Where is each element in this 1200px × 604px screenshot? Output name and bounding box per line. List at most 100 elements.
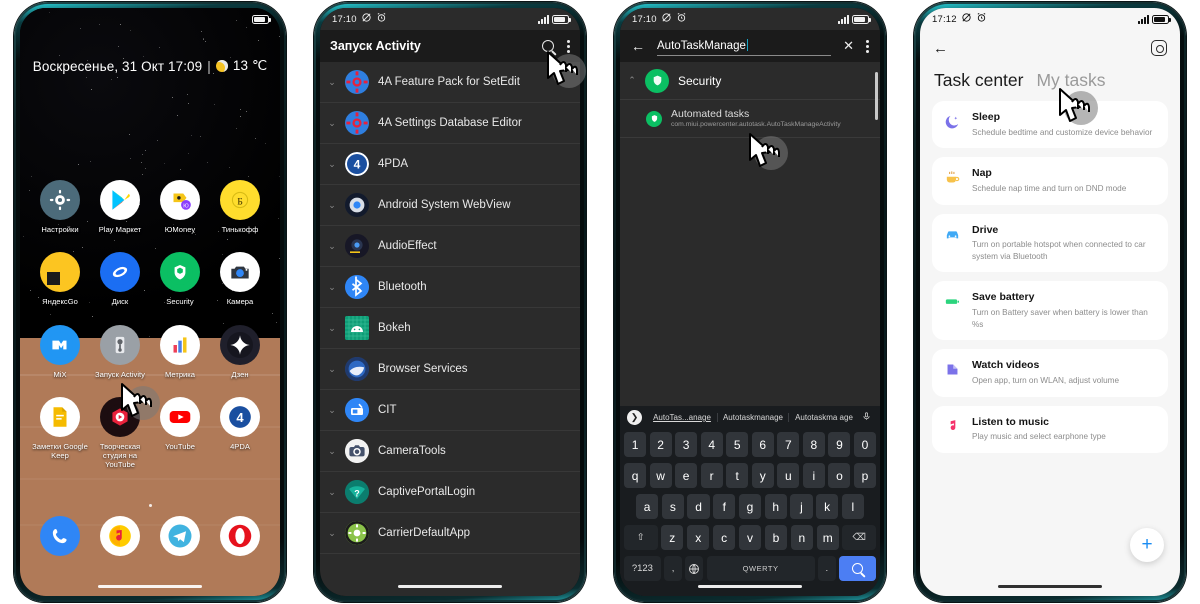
home-indicator[interactable] [998, 585, 1102, 588]
key-q[interactable]: q [624, 463, 646, 488]
symbols-key[interactable]: ?123 [624, 556, 661, 581]
chevron-down-icon[interactable]: ⌄ [328, 282, 336, 293]
chevron-down-icon[interactable]: ⌄ [328, 159, 336, 170]
app-icon-yandex-go-icon[interactable]: ЯндексGo [30, 252, 90, 306]
search-enter-key[interactable] [839, 556, 876, 581]
tab-task-center[interactable]: Task center [934, 70, 1023, 91]
chevron-right-icon[interactable]: ❯ [627, 410, 642, 425]
key-d[interactable]: d [687, 494, 709, 519]
key-c[interactable]: c [713, 525, 735, 550]
chevron-down-icon[interactable]: ⌄ [328, 446, 336, 457]
backspace-key[interactable]: ⌫ [842, 525, 876, 550]
key-o[interactable]: o [828, 463, 850, 488]
dock-icon-telegram-icon[interactable] [150, 516, 210, 556]
key-m[interactable]: m [817, 525, 839, 550]
key-e[interactable]: e [675, 463, 697, 488]
key-w[interactable]: w [650, 463, 672, 488]
key-s[interactable]: s [662, 494, 684, 519]
search-result-item[interactable]: Automated tasks com.miui.powercenter.aut… [620, 100, 880, 138]
app-icon-4pda-icon[interactable]: 4 4PDA [210, 397, 270, 470]
tab-my-tasks[interactable]: My tasks [1036, 70, 1105, 91]
key-y[interactable]: y [752, 463, 774, 488]
task-card[interactable]: Listen to music Play music and select ear… [932, 406, 1168, 453]
shift-key[interactable]: ⇧ [624, 525, 658, 550]
key-p[interactable]: p [854, 463, 876, 488]
result-group-header[interactable]: ⌃ Security [620, 62, 880, 100]
key-t[interactable]: t [726, 463, 748, 488]
activity-list-item[interactable]: ⌄ Bokeh [320, 308, 580, 349]
key-0[interactable]: 0 [854, 432, 876, 457]
chevron-down-icon[interactable]: ⌄ [328, 405, 336, 416]
back-arrow-icon[interactable]: ← [933, 40, 948, 57]
app-icon-gear-icon[interactable]: Настройки [30, 180, 90, 234]
activity-list-item[interactable]: ⌄ CarrierDefaultApp [320, 513, 580, 554]
activity-list-item[interactable]: ⌄ 4A Settings Database Editor [320, 103, 580, 144]
key-u[interactable]: u [777, 463, 799, 488]
comma-key[interactable]: , [664, 556, 682, 581]
activity-list-item[interactable]: ⌄ Android System WebView [320, 185, 580, 226]
chevron-down-icon[interactable]: ⌄ [328, 487, 336, 498]
suggestion-2[interactable]: Autotaskma age [789, 413, 859, 422]
key-j[interactable]: j [790, 494, 812, 519]
app-icon-camera-icon[interactable]: Камера [210, 252, 270, 306]
activity-list-item[interactable]: ⌄ CameraTools [320, 431, 580, 472]
activity-list-item[interactable]: ⌄ Browser Services [320, 349, 580, 390]
chevron-down-icon[interactable]: ⌄ [328, 323, 336, 334]
globe-icon[interactable] [685, 556, 703, 581]
key-6[interactable]: 6 [752, 432, 774, 457]
key-r[interactable]: r [701, 463, 723, 488]
dock-icon-opera-icon[interactable] [210, 516, 270, 556]
close-icon[interactable]: ✕ [843, 38, 854, 54]
key-n[interactable]: n [791, 525, 813, 550]
dock-icon-yandex-music-icon[interactable] [90, 516, 150, 556]
key-2[interactable]: 2 [650, 432, 672, 457]
key-k[interactable]: k [816, 494, 838, 519]
back-arrow-icon[interactable]: ← [631, 38, 645, 54]
key-f[interactable]: f [713, 494, 735, 519]
app-icon-zen-icon[interactable]: Дзен [210, 325, 270, 379]
chevron-down-icon[interactable]: ⌄ [328, 77, 336, 88]
app-icon-yandex-metrica-icon[interactable]: Метрика [150, 325, 210, 379]
search-icon[interactable] [542, 40, 554, 52]
key-v[interactable]: v [739, 525, 761, 550]
app-icon-security-shield-icon[interactable]: Security [150, 252, 210, 306]
key-4[interactable]: 4 [701, 432, 723, 457]
period-key[interactable]: . [818, 556, 836, 581]
chevron-down-icon[interactable]: ⌄ [328, 364, 336, 375]
app-icon-yandex-disk-icon[interactable]: Диск [90, 252, 150, 306]
home-indicator[interactable] [698, 585, 802, 588]
chevron-down-icon[interactable]: ⌄ [328, 241, 336, 252]
app-icon-activity-launcher-icon[interactable]: Запуск Activity [90, 325, 150, 379]
key-b[interactable]: b [765, 525, 787, 550]
activity-list-item[interactable]: ⌄ Bluetooth [320, 267, 580, 308]
task-card[interactable]: Sleep Schedule bedtime and customize devi… [932, 101, 1168, 148]
key-i[interactable]: i [803, 463, 825, 488]
activity-list-item[interactable]: ⌄ CIT [320, 390, 580, 431]
chevron-down-icon[interactable]: ⌄ [328, 118, 336, 129]
app-icon-yoomoney-icon[interactable]: Ю ЮMoney [150, 180, 210, 234]
key-g[interactable]: g [739, 494, 761, 519]
activity-list[interactable]: ⌄ 4A Feature Pack for SetEdit ⌄ 4A Settings… [320, 62, 580, 596]
key-z[interactable]: z [661, 525, 683, 550]
activity-list-item[interactable]: ⌄ 4A Feature Pack for SetEdit [320, 62, 580, 103]
app-icon-google-keep-icon[interactable]: Заметки Google Keep [30, 397, 90, 470]
gear-icon[interactable] [1151, 40, 1167, 56]
suggestion-0[interactable]: AutoTas...anage [647, 413, 718, 422]
microphone-icon[interactable] [859, 411, 873, 424]
key-a[interactable]: a [636, 494, 658, 519]
search-input[interactable]: AutoTaskManage [657, 36, 831, 56]
chevron-down-icon[interactable]: ⌄ [328, 200, 336, 211]
activity-list-item[interactable]: ⌄? CaptivePortalLogin [320, 472, 580, 513]
key-9[interactable]: 9 [828, 432, 850, 457]
task-card[interactable]: Watch videos Open app, turn on WLAN, adju… [932, 349, 1168, 396]
key-3[interactable]: 3 [675, 432, 697, 457]
key-h[interactable]: h [765, 494, 787, 519]
activity-list-item[interactable]: ⌄ AudioEffect [320, 226, 580, 267]
task-card[interactable]: Save battery Turn on Battery saver when b… [932, 281, 1168, 340]
suggestion-1[interactable]: Autotaskmanage [718, 413, 789, 422]
add-task-fab[interactable]: + [1130, 528, 1164, 562]
app-icon-play-store-icon[interactable]: Play Маркет [90, 180, 150, 234]
dock-icon-phone-icon[interactable] [30, 516, 90, 556]
chevron-down-icon[interactable]: ⌄ [328, 528, 336, 539]
app-icon-mixplorer-icon[interactable]: MiX [30, 325, 90, 379]
